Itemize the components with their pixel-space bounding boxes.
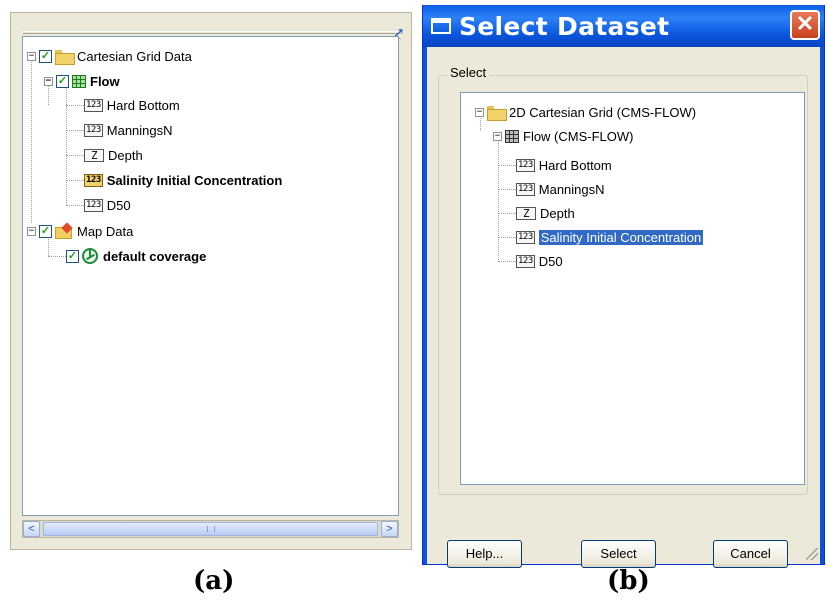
checkbox[interactable]: ✓ xyxy=(39,49,52,63)
grid-folder-icon xyxy=(487,105,507,121)
tree-node-label: default coverage xyxy=(103,248,207,264)
project-tree: − ✓ Cartesian Grid Data − ✓ Flow 123 Har… xyxy=(22,36,399,516)
window-icon xyxy=(431,18,451,34)
tree-line xyxy=(498,261,516,262)
title-bar[interactable]: Select Dataset xyxy=(423,5,824,47)
tree-line xyxy=(66,205,84,206)
scalar-dataset-icon: 123 xyxy=(84,98,103,112)
tree-node-salinity[interactable]: 123 Salinity Initial Concentration xyxy=(516,226,704,248)
grid-folder-icon xyxy=(55,49,75,65)
scalar-dataset-icon: 123 xyxy=(516,230,535,244)
thumb-grip-icon xyxy=(206,526,215,532)
elevation-dataset-icon: Z xyxy=(516,206,536,220)
tree-node-d50[interactable]: 123 D50 xyxy=(516,250,563,272)
tree-node-label: ManningsN xyxy=(538,181,605,197)
tree-line xyxy=(498,189,516,190)
collapse-icon[interactable]: − xyxy=(27,51,36,61)
dataset-tree: − 2D Cartesian Grid (CMS-FLOW) − Flow (C… xyxy=(460,92,805,485)
scalar-dataset-icon: 123 xyxy=(516,254,535,268)
cartesian-grid-icon xyxy=(72,74,86,88)
tree-line xyxy=(66,155,84,156)
coverage-icon xyxy=(82,248,98,264)
tree-node-label: Flow (CMS-FLOW) xyxy=(523,128,634,144)
tree-line xyxy=(31,59,32,223)
tree-node-hard-bottom[interactable]: 123 Hard Bottom xyxy=(84,94,180,116)
tree-node-label: Flow xyxy=(90,73,120,89)
tree-node-depth[interactable]: Z Depth xyxy=(84,144,143,166)
tree-node-manningsn[interactable]: 123 ManningsN xyxy=(84,119,173,141)
scalar-dataset-icon: 123 xyxy=(84,123,103,137)
tree-line xyxy=(66,105,84,106)
tree-node-depth[interactable]: Z Depth xyxy=(516,202,575,224)
tree-line xyxy=(498,237,516,238)
scalar-dataset-icon: 123 xyxy=(516,158,535,172)
tree-node-manningsn[interactable]: 123 ManningsN xyxy=(516,178,605,200)
tree-node-label: Hard Bottom xyxy=(106,97,180,113)
cartesian-grid-icon xyxy=(505,129,519,143)
scalar-dataset-icon: 123 xyxy=(516,182,535,196)
collapse-icon[interactable]: − xyxy=(44,76,53,86)
tree-node-hard-bottom[interactable]: 123 Hard Bottom xyxy=(516,154,612,176)
tree-node-d50[interactable]: 123 D50 xyxy=(84,194,131,216)
checkbox[interactable]: ✓ xyxy=(66,249,79,263)
tree-node-flow-cms[interactable]: − Flow (CMS-FLOW) xyxy=(493,125,634,147)
scroll-right-button[interactable]: > xyxy=(381,521,398,537)
tree-node-label: 2D Cartesian Grid (CMS-FLOW) xyxy=(509,104,697,120)
cancel-button[interactable]: Cancel xyxy=(713,540,788,568)
elevation-dataset-icon: Z xyxy=(84,148,104,162)
panel-grip[interactable] xyxy=(23,31,401,34)
collapse-icon[interactable]: − xyxy=(475,107,484,117)
horizontal-scrollbar[interactable]: < > xyxy=(22,520,399,538)
tree-node-label: Hard Bottom xyxy=(538,157,612,173)
tree-node-label: D50 xyxy=(106,197,131,213)
tree-node-label: Depth xyxy=(108,147,143,163)
tree-node-label: Depth xyxy=(540,205,575,221)
tree-line xyxy=(498,165,516,166)
collapse-icon[interactable]: − xyxy=(493,131,502,141)
map-folder-icon xyxy=(55,224,73,239)
scroll-thumb[interactable] xyxy=(43,522,378,536)
tree-node-default-coverage[interactable]: ✓ default coverage xyxy=(66,245,206,267)
collapse-icon[interactable]: − xyxy=(27,226,36,236)
tree-node-label: ManningsN xyxy=(106,122,173,138)
help-button[interactable]: Help... xyxy=(447,540,522,568)
window-frame-left xyxy=(423,47,427,564)
tree-line xyxy=(498,140,499,260)
tree-line xyxy=(66,81,67,205)
tree-node-flow[interactable]: − ✓ Flow xyxy=(44,70,120,92)
tree-node-label: Cartesian Grid Data xyxy=(77,48,192,64)
tree-line xyxy=(48,256,66,257)
close-button[interactable]: ✕ xyxy=(790,10,820,40)
tree-node-label: Map Data xyxy=(77,223,134,239)
select-dataset-dialog: Select Dataset ✕ Select − 2D Cartesian G… xyxy=(422,5,825,568)
dialog-title: Select Dataset xyxy=(459,11,670,41)
tree-node-label: D50 xyxy=(538,253,563,269)
caption-a: (a) xyxy=(193,566,235,596)
tree-node-2d-cartesian-grid[interactable]: − 2D Cartesian Grid (CMS-FLOW) xyxy=(475,101,696,123)
tree-node-map-data[interactable]: − ✓ Map Data xyxy=(27,220,133,242)
caption-b: (b) xyxy=(607,566,650,596)
tree-node-label-selected: Salinity Initial Concentration xyxy=(538,229,704,245)
tree-line xyxy=(66,130,84,131)
select-group-label: Select xyxy=(447,65,490,80)
checkbox[interactable]: ✓ xyxy=(56,74,69,88)
active-scalar-dataset-icon: 123 xyxy=(84,173,103,187)
tree-line xyxy=(498,213,516,214)
tree-node-salinity[interactable]: 123 Salinity Initial Concentration xyxy=(84,169,282,191)
window-frame-right xyxy=(820,47,824,564)
scalar-dataset-icon: 123 xyxy=(84,198,103,212)
select-button[interactable]: Select xyxy=(581,540,656,568)
tree-node-cartesian-grid-data[interactable]: − ✓ Cartesian Grid Data xyxy=(27,45,192,67)
scroll-left-button[interactable]: < xyxy=(23,521,40,537)
checkbox[interactable]: ✓ xyxy=(39,224,52,238)
resize-grip-icon[interactable] xyxy=(806,548,818,560)
tree-line xyxy=(66,180,84,181)
tree-node-label: Salinity Initial Concentration xyxy=(106,172,283,188)
